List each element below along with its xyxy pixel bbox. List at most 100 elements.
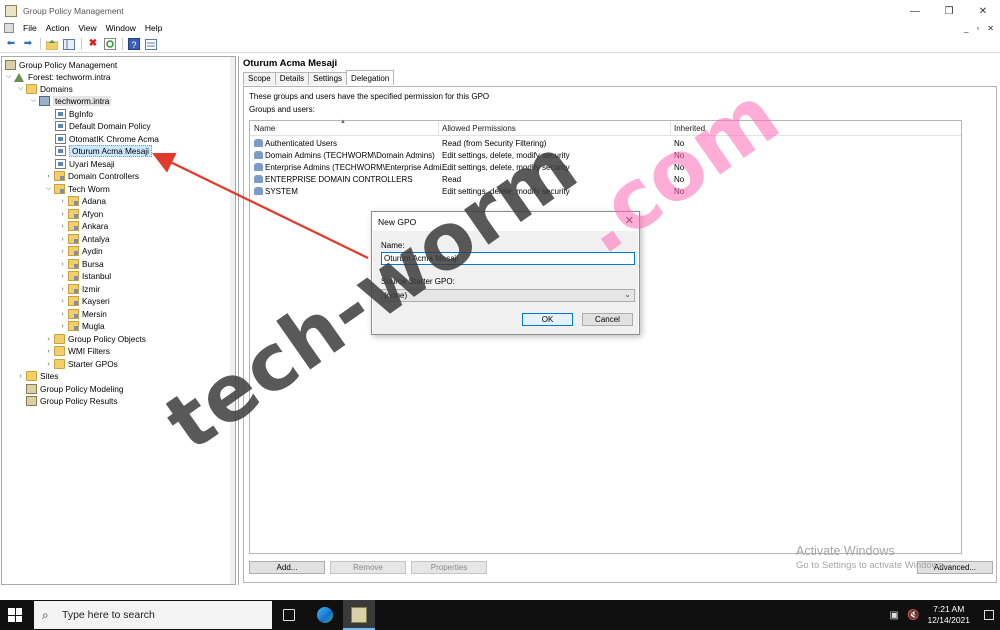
restore-button[interactable]: ❐ [932, 0, 966, 22]
tree-domain-controllers[interactable]: › Domain Controllers [44, 170, 139, 182]
properties-icon[interactable] [145, 38, 157, 50]
remove-button[interactable]: Remove [330, 561, 406, 574]
tree-ou[interactable]: › Antalya [58, 233, 110, 245]
gpm-taskbar-icon[interactable] [351, 607, 367, 623]
expand-icon[interactable]: › [58, 273, 67, 280]
tree-modeling[interactable]: Group Policy Modeling [25, 383, 123, 395]
minimize-button[interactable]: — [898, 0, 932, 22]
tree-gpo-link[interactable]: Default Domain Policy [54, 120, 151, 132]
mdi-restore-button[interactable]: ▫ [976, 24, 979, 33]
collapse-icon[interactable]: ⌵ [16, 85, 25, 93]
expand-icon[interactable]: › [58, 286, 67, 293]
mdi-close-button[interactable]: ✕ [987, 24, 994, 33]
expand-icon[interactable]: › [58, 298, 67, 305]
column-allowed-permissions[interactable]: Allowed Permissions [442, 124, 516, 133]
tree-wmi-filters[interactable]: › WMI Filters [44, 345, 110, 357]
tree-results[interactable]: Group Policy Results [25, 395, 117, 407]
menu-help[interactable]: Help [145, 23, 162, 33]
expand-icon[interactable]: › [58, 223, 67, 230]
menu-action[interactable]: Action [46, 23, 70, 33]
tree-ou[interactable]: › Afyon [58, 208, 103, 220]
show-hide-tree-icon[interactable] [63, 38, 75, 50]
tab-details[interactable]: Details [274, 72, 310, 85]
expand-icon[interactable]: › [58, 311, 67, 318]
taskbar-search[interactable]: ⌕ Type here to search [34, 601, 272, 629]
tree-ou[interactable]: › Mersin [58, 308, 107, 320]
notifications-icon[interactable] [984, 610, 994, 620]
tree-domain[interactable]: ⌵ techworm.intra [29, 95, 112, 107]
network-icon[interactable]: ▣ [890, 610, 899, 621]
cancel-button[interactable]: Cancel [582, 313, 633, 326]
gpo-name-input[interactable]: Oturum Acma Mesaji [381, 252, 635, 265]
expand-icon[interactable]: › [16, 373, 25, 380]
refresh-icon[interactable] [104, 38, 116, 50]
tree-forest[interactable]: ⌵ Forest: techworm.intra [4, 71, 111, 83]
source-starter-select[interactable]: (none) ⌄ [381, 289, 635, 302]
column-inherited[interactable]: Inherited [674, 124, 705, 133]
tree-gpo-link-selected[interactable]: Oturum Acma Mesaji [54, 145, 152, 157]
windows-start-icon[interactable] [8, 608, 22, 622]
collapse-icon[interactable]: ⌵ [44, 185, 53, 193]
clock[interactable]: 7:21 AM 12/14/2021 [927, 604, 970, 626]
tree-gpo-link[interactable]: Uyari Mesaji [54, 158, 115, 170]
tree-ou[interactable]: › Izmir [58, 283, 100, 295]
edge-browser-icon[interactable] [317, 607, 333, 623]
tab-delegation[interactable]: Delegation [346, 70, 395, 85]
volume-muted-icon[interactable]: 🔇 [907, 610, 919, 621]
delete-icon[interactable]: ✖ [87, 38, 99, 50]
tab-settings[interactable]: Settings [308, 72, 348, 85]
tree-sites[interactable]: › Sites [16, 370, 58, 382]
menu-file[interactable]: File [23, 23, 37, 33]
expand-icon[interactable]: › [44, 336, 53, 343]
tab-scope[interactable]: Scope [243, 72, 276, 85]
expand-icon[interactable]: › [58, 236, 67, 243]
expand-icon[interactable]: › [44, 173, 53, 180]
tree-ou[interactable]: › Mugla [58, 320, 105, 332]
tree-ou[interactable]: › Aydin [58, 245, 103, 257]
tree-domains[interactable]: ⌵ Domains [16, 83, 73, 95]
forward-arrow-icon[interactable]: ➡ [22, 38, 34, 50]
table-row[interactable]: Domain Admins (TECHWORM\Domain Admins) E… [250, 150, 961, 162]
help-icon[interactable]: ? [128, 38, 140, 50]
tree-ou[interactable]: › Kayseri [58, 295, 110, 307]
column-divider[interactable] [438, 121, 439, 136]
table-row[interactable]: Authenticated Users Read (from Security … [250, 138, 961, 150]
tree-gpo-link[interactable]: BgInfo [54, 108, 93, 120]
close-button[interactable]: ✕ [966, 0, 1000, 22]
folder-up-icon[interactable] [46, 38, 58, 50]
tree-ou[interactable]: › Bursa [58, 258, 104, 270]
expand-icon[interactable]: › [44, 361, 53, 368]
tree-root[interactable]: Group Policy Management [4, 59, 117, 71]
tree-gpo-link[interactable]: OtomatIK Chrome Acma [54, 133, 159, 145]
menu-view[interactable]: View [78, 23, 96, 33]
add-button[interactable]: Add... [249, 561, 325, 574]
column-divider[interactable] [670, 121, 671, 136]
expand-icon[interactable]: › [58, 248, 67, 255]
menu-window[interactable]: Window [106, 23, 136, 33]
properties-button[interactable]: Properties [411, 561, 487, 574]
mdi-minimize-button[interactable]: _ [964, 24, 968, 33]
tree-tech-worm[interactable]: ⌵ Tech Worm [44, 183, 110, 195]
tree-gpo-objects[interactable]: › Group Policy Objects [44, 333, 146, 345]
tree-ou[interactable]: › Istanbul [58, 270, 111, 282]
column-name[interactable]: Name [254, 124, 275, 133]
expand-icon[interactable]: › [58, 323, 67, 330]
expand-icon[interactable]: › [44, 348, 53, 355]
table-row[interactable]: Enterprise Admins (TECHWORM\Enterprise A… [250, 162, 961, 174]
table-row[interactable]: SYSTEM Edit settings, delete, modify sec… [250, 186, 961, 198]
expand-icon[interactable]: › [58, 198, 67, 205]
mdi-document-icon[interactable] [4, 23, 14, 33]
collapse-icon[interactable]: ⌵ [4, 73, 13, 81]
table-row[interactable]: ENTERPRISE DOMAIN CONTROLLERS Read No [250, 174, 961, 186]
back-arrow-icon[interactable]: ⬅ [5, 38, 17, 50]
dialog-close-icon[interactable]: ✕ [625, 214, 634, 227]
task-view-icon[interactable] [283, 609, 295, 621]
expand-icon[interactable]: › [58, 261, 67, 268]
collapse-icon[interactable]: ⌵ [29, 97, 38, 105]
ok-button[interactable]: OK [522, 313, 573, 326]
tree-scrollbar[interactable] [230, 57, 235, 584]
expand-icon[interactable]: › [58, 211, 67, 218]
tree-starter-gpos[interactable]: › Starter GPOs [44, 358, 118, 370]
tree-ou[interactable]: › Ankara [58, 220, 108, 232]
tree-ou[interactable]: › Adana [58, 195, 106, 207]
